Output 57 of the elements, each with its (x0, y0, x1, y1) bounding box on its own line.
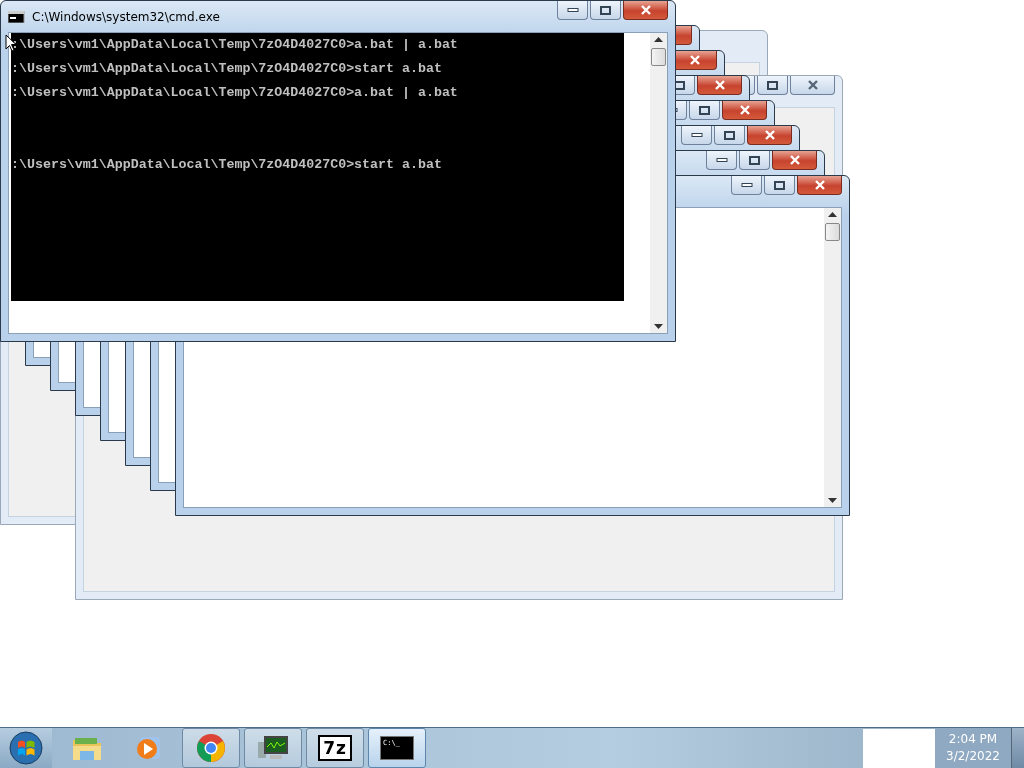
down-arrow-icon (828, 498, 837, 503)
maximize-icon (600, 5, 611, 15)
close-icon (789, 155, 800, 165)
close-icon (640, 5, 651, 15)
minimize-button[interactable] (731, 176, 762, 195)
maximize-button[interactable] (689, 101, 720, 120)
down-arrow-icon (654, 324, 663, 329)
maximize-button[interactable] (590, 1, 621, 20)
taskbar-blank-area (863, 728, 935, 768)
start-orb-icon (9, 731, 43, 765)
browser-logo-icon (196, 733, 226, 763)
up-arrow-icon (654, 37, 663, 42)
taskbar-button[interactable] (244, 728, 302, 768)
show-desktop-button[interactable] (1011, 728, 1024, 768)
scrollbar-thumb[interactable] (825, 223, 840, 241)
close-icon (689, 55, 700, 65)
close-button[interactable] (697, 76, 742, 95)
up-arrow-icon (828, 212, 837, 217)
close-icon (739, 105, 750, 115)
console-icon (8, 10, 26, 23)
minimize-button[interactable] (681, 126, 712, 145)
maximize-button[interactable] (757, 76, 788, 95)
maximize-icon (774, 180, 785, 190)
start-button[interactable] (0, 728, 52, 768)
close-icon (814, 180, 825, 190)
maximize-icon (699, 105, 710, 115)
scrollbar[interactable] (824, 208, 841, 507)
minimize-icon (566, 7, 579, 13)
close-button[interactable] (797, 176, 842, 195)
maximize-icon (724, 130, 735, 140)
taskbar-button[interactable] (182, 728, 240, 768)
maximize-button[interactable] (764, 176, 795, 195)
maximize-button[interactable] (739, 151, 770, 170)
close-icon (807, 80, 818, 90)
minimize-icon (740, 182, 753, 188)
close-button[interactable] (722, 101, 767, 120)
clock-time: 2:04 PM (948, 731, 998, 748)
close-button[interactable] (623, 1, 668, 20)
minimize-icon (690, 132, 703, 138)
close-icon (714, 80, 725, 90)
maximize-icon (767, 80, 778, 90)
minimize-icon (715, 157, 728, 163)
maximize-icon (749, 155, 760, 165)
taskbar-button[interactable]: 7z (306, 728, 364, 768)
close-button[interactable] (790, 76, 835, 95)
minimize-button[interactable] (706, 151, 737, 170)
console-output: :\Users\vm1\AppData\Local\Temp\7zO4D4027C0>a.bat | a.bat :\Users\vm1\AppData\Local\Temp\7zO4D4027C0>start a.bat :\Users\vm1\AppData\Local\Temp\7zO4D4027C0>a.bat | a.bat :\Users\vm1\AppData\Local\Temp\7zO4D4027C0>start a.bat (11, 36, 459, 171)
close-icon (764, 130, 775, 140)
scrollbar-thumb[interactable] (651, 48, 666, 66)
clock-date: 3/2/2022 (946, 748, 1000, 765)
archive-logo: 7z (318, 735, 352, 761)
maximize-button[interactable] (714, 126, 745, 145)
close-button[interactable] (772, 151, 817, 170)
scrollbar[interactable] (650, 33, 667, 333)
close-button[interactable] (747, 126, 792, 145)
minimize-button[interactable] (557, 1, 588, 20)
window-title: C:\Windows\system32\cmd.exe (32, 9, 221, 24)
